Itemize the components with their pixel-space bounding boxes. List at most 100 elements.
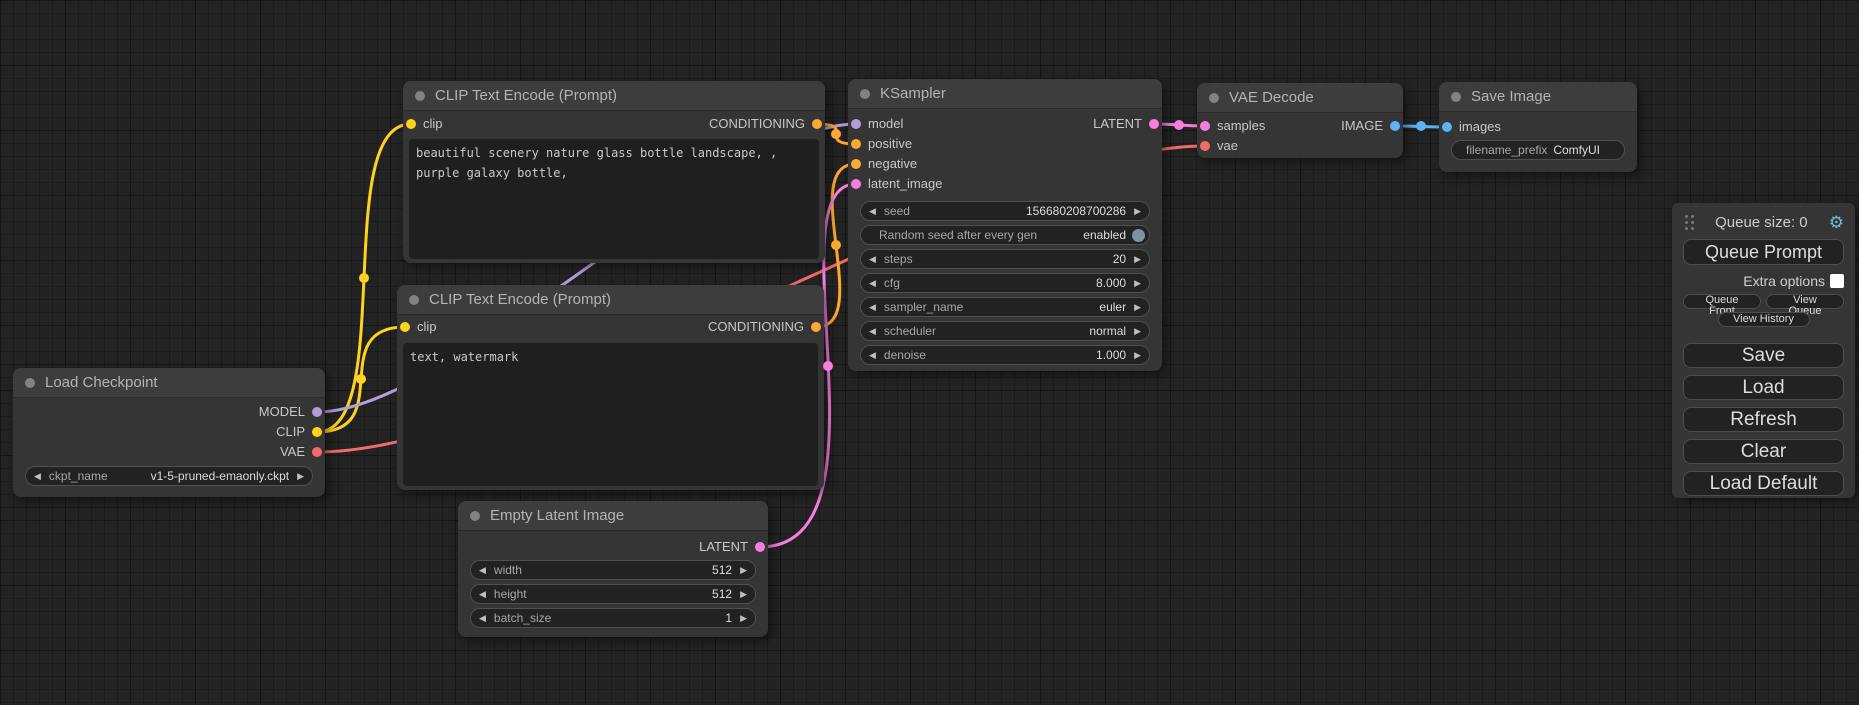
node-title-bar[interactable]: Empty Latent Image xyxy=(458,501,768,531)
node-ksampler[interactable]: KSamplermodelLATENTpositivenegativelaten… xyxy=(848,79,1162,371)
slot-row: latent_image xyxy=(848,174,1162,194)
widget-label: scheduler xyxy=(884,324,936,338)
decrement-arrow-icon[interactable]: ◀ xyxy=(861,326,884,337)
images-input-slot[interactable] xyxy=(1442,122,1452,132)
increment-arrow-icon[interactable]: ▶ xyxy=(1126,350,1149,361)
increment-arrow-icon[interactable]: ▶ xyxy=(732,565,755,576)
seed-widget[interactable]: ◀seed156680208700286▶ xyxy=(860,201,1150,221)
decrement-arrow-icon[interactable]: ◀ xyxy=(861,278,884,289)
increment-arrow-icon[interactable]: ▶ xyxy=(732,589,755,600)
denoise-widget[interactable]: ◀denoise1.000▶ xyxy=(860,345,1150,365)
drag-handle[interactable] xyxy=(1685,215,1694,230)
slot-row: CLIP xyxy=(13,422,325,442)
scheduler-widget[interactable]: ◀schedulernormal▶ xyxy=(860,321,1150,341)
collapse-dot-icon[interactable] xyxy=(1451,92,1461,102)
CLIP-output-slot[interactable] xyxy=(312,427,322,437)
increment-arrow-icon[interactable]: ▶ xyxy=(1126,254,1149,265)
collapse-dot-icon[interactable] xyxy=(470,511,480,521)
collapse-dot-icon[interactable] xyxy=(1209,93,1219,103)
view-history-button[interactable]: View History xyxy=(1718,312,1810,327)
node-title-bar[interactable]: Load Checkpoint xyxy=(13,368,325,398)
collapse-dot-icon[interactable] xyxy=(860,89,870,99)
node-title-bar[interactable]: VAE Decode xyxy=(1197,83,1403,113)
node-title-bar[interactable]: CLIP Text Encode (Prompt) xyxy=(403,81,825,111)
node-clip-text-encode-positive[interactable]: CLIP Text Encode (Prompt) clipCONDITIONIN… xyxy=(403,81,825,263)
node-title-bar[interactable]: KSampler xyxy=(848,79,1162,109)
decrement-arrow-icon[interactable]: ◀ xyxy=(861,206,884,217)
decrement-arrow-icon[interactable]: ◀ xyxy=(471,565,494,576)
node-vae-decode[interactable]: VAE DecodesamplesIMAGEvae xyxy=(1197,83,1403,158)
collapse-dot-icon[interactable] xyxy=(415,91,425,101)
input-slot-label: model xyxy=(868,114,903,134)
toggle-dot[interactable] xyxy=(1132,229,1145,242)
samples-input-slot[interactable] xyxy=(1200,121,1210,131)
increment-arrow-icon[interactable]: ▶ xyxy=(732,613,755,624)
CONDITIONING-output-slot[interactable] xyxy=(812,119,822,129)
slot-row: vae xyxy=(1197,136,1403,156)
decrement-arrow-icon[interactable]: ◀ xyxy=(861,302,884,313)
load-button[interactable]: Load xyxy=(1683,375,1844,400)
model-input-slot[interactable] xyxy=(851,119,861,129)
width-widget[interactable]: ◀width512▶ xyxy=(470,560,756,580)
node-save-image[interactable]: Save Image images filename_prefixComfyUI xyxy=(1439,82,1637,172)
Random seed after every gen-widget[interactable]: Random seed after every genenabled xyxy=(860,225,1150,245)
node-empty-latent-image[interactable]: Empty Latent ImageLATENT◀width512▶◀heigh… xyxy=(458,501,768,637)
CONDITIONING-output-slot[interactable] xyxy=(811,322,821,332)
increment-arrow-icon[interactable]: ▶ xyxy=(1126,278,1149,289)
node-load-checkpoint[interactable]: Load CheckpointMODELCLIPVAE◀ckpt_namev1-… xyxy=(13,368,325,497)
node-title-bar[interactable]: CLIP Text Encode (Prompt) xyxy=(397,285,824,315)
batch_size-widget[interactable]: ◀batch_size1▶ xyxy=(470,608,756,628)
cfg-widget[interactable]: ◀cfg8.000▶ xyxy=(860,273,1150,293)
queue-front-button[interactable]: Queue Front xyxy=(1683,294,1761,309)
decrement-arrow-icon[interactable]: ◀ xyxy=(471,613,494,624)
IMAGE-output-slot[interactable] xyxy=(1390,121,1400,131)
queue-size-label: Queue size: 0 xyxy=(1694,214,1829,231)
positive-input-slot[interactable] xyxy=(851,139,861,149)
widget-value: 512 xyxy=(712,587,732,601)
sampler_name-widget[interactable]: ◀sampler_nameeuler▶ xyxy=(860,297,1150,317)
slot-row: clipCONDITIONING xyxy=(403,114,825,134)
prompt-textarea[interactable]: text, watermark xyxy=(403,343,818,486)
node-graph-canvas[interactable]: Load CheckpointMODELCLIPVAE◀ckpt_namev1-… xyxy=(0,0,1859,705)
latent_image-input-slot[interactable] xyxy=(851,179,861,189)
prompt-textarea[interactable]: beautiful scenery nature glass bottle la… xyxy=(409,139,819,259)
height-widget[interactable]: ◀height512▶ xyxy=(470,584,756,604)
increment-arrow-icon[interactable]: ▶ xyxy=(1126,302,1149,313)
decrement-arrow-icon[interactable]: ◀ xyxy=(471,589,494,600)
negative-input-slot[interactable] xyxy=(851,159,861,169)
node-title-bar[interactable]: Save Image xyxy=(1439,82,1637,112)
clear-button[interactable]: Clear xyxy=(1683,439,1844,464)
node-clip-text-encode-negative[interactable]: CLIP Text Encode (Prompt)clipCONDITIONIN… xyxy=(397,285,824,490)
decrement-arrow-icon[interactable]: ◀ xyxy=(861,254,884,265)
decrement-arrow-icon[interactable]: ◀ xyxy=(26,471,49,482)
LATENT-output-slot[interactable] xyxy=(755,542,765,552)
refresh-button[interactable]: Refresh xyxy=(1683,407,1844,432)
MODEL-output-slot[interactable] xyxy=(312,407,322,417)
clip-input-slot[interactable] xyxy=(406,119,416,129)
decrement-arrow-icon[interactable]: ◀ xyxy=(861,350,884,361)
steps-widget[interactable]: ◀steps20▶ xyxy=(860,249,1150,269)
collapse-dot-icon[interactable] xyxy=(409,295,419,305)
clip-input-slot[interactable] xyxy=(400,322,410,332)
input-slot-label: images xyxy=(1459,117,1501,137)
extra-options-checkbox[interactable] xyxy=(1830,274,1844,288)
vae-input-slot[interactable] xyxy=(1200,141,1210,151)
load-default-button[interactable]: Load Default xyxy=(1683,471,1844,496)
VAE-output-slot[interactable] xyxy=(312,447,322,457)
increment-arrow-icon[interactable]: ▶ xyxy=(1126,326,1149,337)
output-slot-label: LATENT xyxy=(1093,114,1142,134)
collapse-dot-icon[interactable] xyxy=(25,378,35,388)
LATENT-output-slot[interactable] xyxy=(1149,119,1159,129)
filename_prefix-widget[interactable]: filename_prefixComfyUI xyxy=(1451,140,1625,160)
queue-prompt-button[interactable]: Queue Prompt xyxy=(1683,239,1844,265)
node-title: CLIP Text Encode (Prompt) xyxy=(435,81,617,111)
input-slot-label: negative xyxy=(868,154,917,174)
view-queue-button[interactable]: View Queue xyxy=(1766,294,1844,309)
settings-gear-icon[interactable]: ⚙ xyxy=(1829,214,1844,231)
save-button[interactable]: Save xyxy=(1683,343,1844,368)
ckpt_name-widget[interactable]: ◀ckpt_namev1-5-pruned-emaonly.ckpt▶ xyxy=(25,466,313,486)
increment-arrow-icon[interactable]: ▶ xyxy=(1126,206,1149,217)
slot-row: clipCONDITIONING xyxy=(397,317,824,337)
increment-arrow-icon[interactable]: ▶ xyxy=(289,471,312,482)
output-slot-label: CLIP xyxy=(276,422,305,442)
